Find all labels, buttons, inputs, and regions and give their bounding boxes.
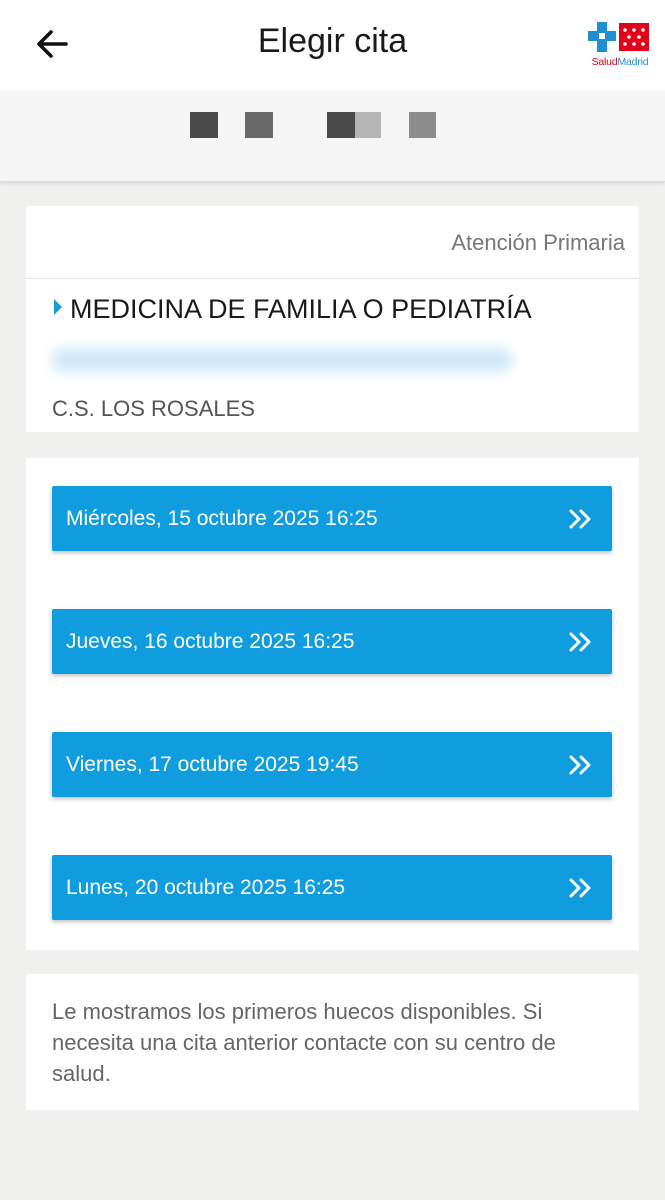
slot-label: Miércoles, 15 octubre 2025 16:25 bbox=[66, 506, 378, 530]
care-level-label: Atención Primaria bbox=[451, 230, 625, 255]
appointment-info-card: Atención Primaria MEDICINA DE FAMILIA O … bbox=[26, 206, 639, 432]
salud-madrid-logo[interactable]: SaludMadrid bbox=[587, 20, 653, 70]
redacted-block bbox=[327, 112, 355, 138]
page-title: Elegir cita bbox=[257, 22, 408, 60]
double-chevron-right-icon bbox=[569, 632, 591, 651]
divider bbox=[26, 278, 639, 279]
brand-salud: Salud bbox=[591, 56, 618, 68]
slot-button[interactable]: Miércoles, 15 octubre 2025 16:25 bbox=[52, 486, 612, 551]
slot-button[interactable]: Lunes, 20 octubre 2025 16:25 bbox=[52, 855, 612, 920]
info-note-card: Le mostramos los primeros huecos disponi… bbox=[26, 974, 639, 1110]
caret-right-icon bbox=[54, 298, 62, 315]
slot-label: Jueves, 16 octubre 2025 16:25 bbox=[66, 629, 355, 653]
double-chevron-right-icon bbox=[569, 509, 591, 528]
double-chevron-right-icon bbox=[569, 878, 591, 897]
slot-button[interactable]: Viernes, 17 octubre 2025 19:45 bbox=[52, 732, 612, 797]
redacted-block bbox=[409, 112, 436, 138]
brand-wordmark: SaludMadrid bbox=[587, 56, 653, 68]
slot-button[interactable]: Jueves, 16 octubre 2025 16:25 bbox=[52, 609, 612, 674]
info-note-text: Le mostramos los primeros huecos disponi… bbox=[52, 999, 556, 1086]
health-center-name: C.S. LOS ROSALES bbox=[52, 396, 255, 421]
redacted-bar bbox=[0, 90, 665, 182]
slot-label: Viernes, 17 octubre 2025 19:45 bbox=[66, 752, 359, 776]
redacted-block bbox=[355, 112, 381, 138]
brand-madrid: Madrid bbox=[617, 56, 649, 68]
redacted-doctor-name bbox=[52, 348, 512, 372]
slot-label: Lunes, 20 octubre 2025 16:25 bbox=[66, 875, 346, 899]
double-chevron-right-icon bbox=[569, 755, 591, 774]
specialty-label: MEDICINA DE FAMILIA O PEDIATRÍA bbox=[70, 294, 532, 324]
redacted-block bbox=[190, 112, 218, 138]
salud-madrid-emblem-icon bbox=[588, 22, 649, 52]
redacted-block bbox=[245, 112, 273, 138]
top-bar: Elegir cita SaludMadrid bbox=[0, 0, 665, 90]
specialty-heading: MEDICINA DE FAMILIA O PEDIATRÍA bbox=[54, 294, 532, 325]
available-slots-card: Miércoles, 15 octubre 2025 16:25 Jueves,… bbox=[26, 458, 639, 950]
